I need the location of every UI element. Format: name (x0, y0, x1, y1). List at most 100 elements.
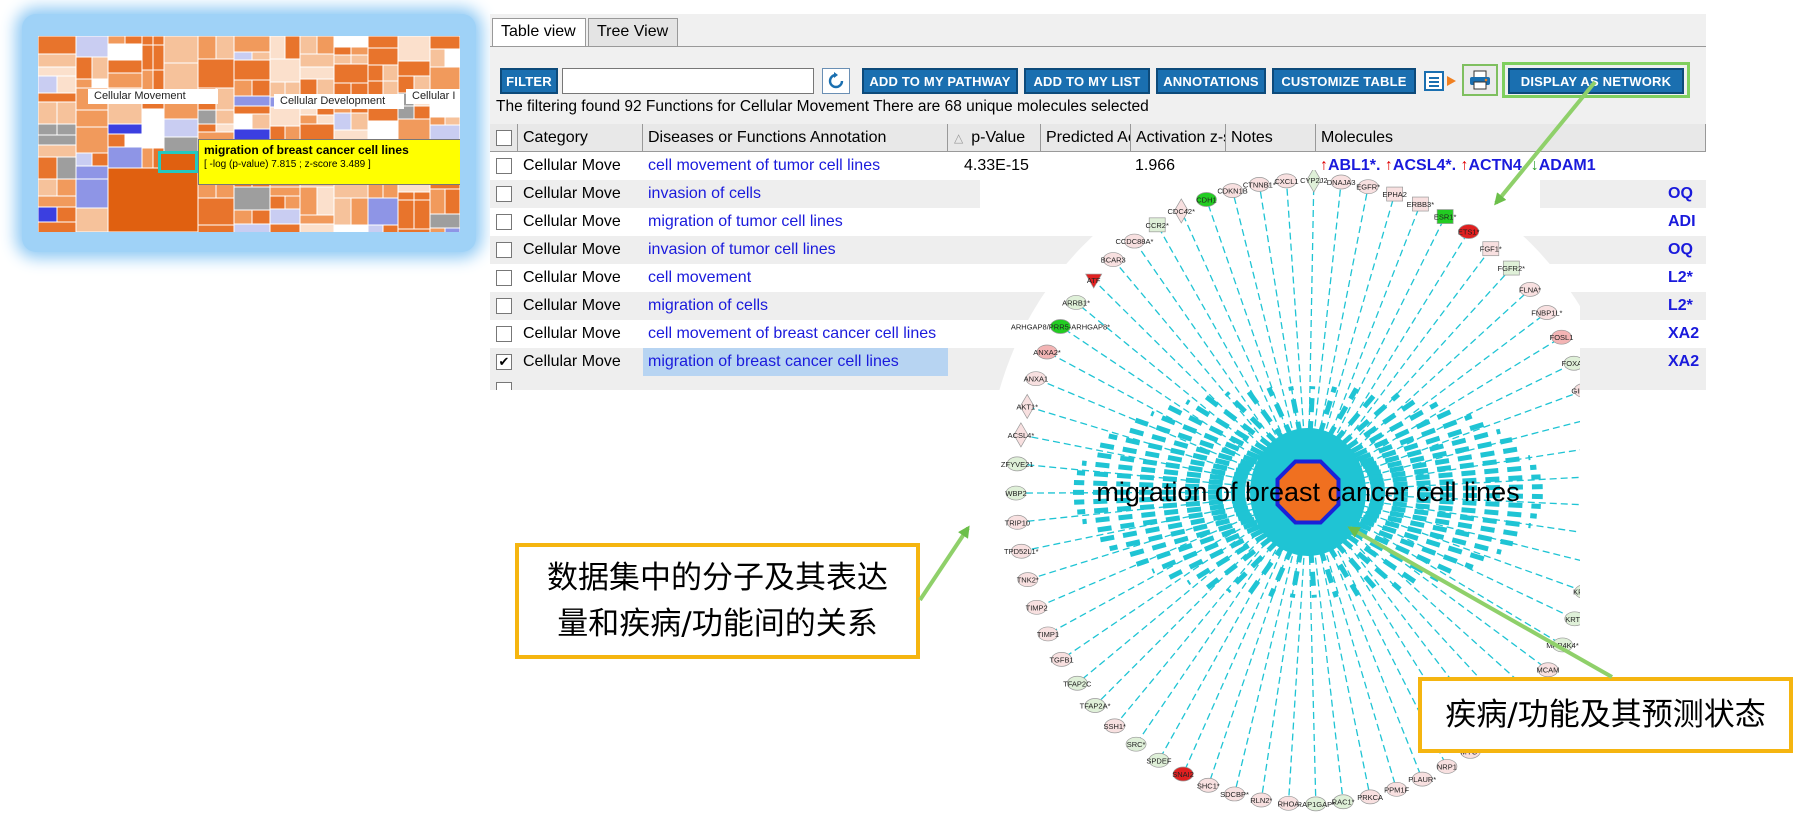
heatmap-tile[interactable] (38, 206, 58, 223)
network-node[interactable]: NRP1 (1436, 759, 1458, 774)
heatmap-tile[interactable] (38, 53, 77, 68)
network-node[interactable]: PLAUR* (1408, 771, 1436, 787)
heatmap-tile[interactable] (333, 224, 369, 232)
header-select-all[interactable] (490, 124, 518, 152)
heatmap-tile[interactable] (38, 156, 58, 180)
heatmap-tile[interactable] (124, 36, 143, 45)
row-checkbox[interactable] (496, 214, 512, 230)
row-checkbox-cell[interactable] (490, 180, 518, 208)
heatmap-tile[interactable] (429, 188, 446, 215)
heatmap-tile[interactable] (197, 123, 217, 133)
heatmap-tile[interactable] (269, 186, 301, 197)
network-node[interactable]: TPD52L1* (1004, 543, 1039, 559)
row-checkbox-cell[interactable] (490, 292, 518, 320)
heatmap-tile[interactable] (75, 109, 109, 128)
heatmap-tile[interactable] (413, 105, 431, 120)
header-molecules[interactable]: Molecules (1316, 124, 1706, 152)
row-annotation-link[interactable]: cell movement of tumor cell lines (643, 152, 948, 180)
network-node[interactable]: CTNNB1* (1243, 177, 1276, 192)
network-node[interactable]: PRKCA (1357, 789, 1383, 805)
heatmap-tile[interactable] (429, 213, 460, 229)
heatmap-tile[interactable] (251, 51, 271, 61)
heatmap-tile[interactable] (429, 48, 446, 68)
heatmap-tile[interactable] (91, 152, 109, 167)
heatmap-tile[interactable] (107, 43, 143, 61)
network-node[interactable]: CDH1 (1196, 192, 1217, 207)
header-activation-zscore[interactable]: Activation z-s (1131, 124, 1226, 152)
heatmap-tile[interactable] (429, 116, 446, 126)
heatmap-tile[interactable] (251, 209, 271, 225)
network-node[interactable]: EGFR* (1356, 179, 1380, 195)
heatmap-tile[interactable] (91, 78, 109, 89)
network-node[interactable]: TRIP10 (1005, 514, 1030, 530)
heatmap-tile[interactable] (413, 191, 431, 201)
row-checkbox[interactable] (496, 382, 512, 390)
row-checkbox[interactable] (496, 186, 512, 202)
heatmap-tile[interactable] (269, 208, 301, 225)
network-node[interactable]: CCDC88A* (1115, 233, 1153, 249)
network-node[interactable]: TFAP2C (1063, 675, 1092, 691)
heatmap-tile[interactable] (163, 36, 199, 64)
heatmap-tile[interactable] (413, 199, 431, 230)
network-node[interactable]: RAC1* (1332, 794, 1355, 810)
row-annotation-link[interactable]: cell movement of breast cancer cell line… (643, 320, 948, 348)
network-node[interactable]: FNBP1L* (1531, 305, 1563, 320)
heatmap-tile[interactable] (233, 186, 271, 211)
heatmap-tile[interactable] (38, 195, 77, 208)
network-node[interactable]: DNAJA3 (1327, 174, 1356, 190)
heatmap-tile[interactable] (299, 114, 318, 125)
row-checkbox[interactable]: ✔ (496, 354, 512, 370)
row-annotation-link[interactable]: invasion of cells (643, 180, 948, 208)
heatmap-tile[interactable] (316, 36, 335, 55)
row-annotation-link[interactable]: migration of tumor cell lines (643, 208, 948, 236)
heatmap-tile[interactable] (316, 186, 335, 216)
heatmap-tile[interactable] (56, 101, 77, 125)
row-annotation-link[interactable]: migration of cells (643, 292, 948, 320)
heatmap-tile[interactable] (38, 134, 77, 146)
network-node[interactable]: ARRB1* (1062, 295, 1090, 310)
heatmap-tile[interactable] (233, 79, 253, 97)
network-node[interactable]: ESR1* (1434, 209, 1457, 224)
heatmap-tile[interactable] (75, 165, 109, 180)
heatmap-tile[interactable] (163, 62, 199, 91)
heatmap-tile[interactable] (299, 223, 335, 232)
export-button[interactable] (1422, 68, 1460, 94)
refresh-button[interactable] (822, 68, 850, 94)
header-notes[interactable]: Notes (1226, 124, 1316, 152)
heatmap-tile[interactable] (107, 146, 143, 171)
heatmap-tile[interactable] (284, 195, 301, 210)
network-node[interactable]: PPM1F (1384, 781, 1409, 797)
heatmap-tile[interactable] (56, 156, 77, 180)
network-node[interactable]: ZFYVE21 (1001, 456, 1034, 472)
heatmap-tile[interactable] (56, 206, 77, 223)
heatmap-tile[interactable] (75, 178, 109, 209)
heatmap-tile[interactable] (197, 224, 235, 232)
network-node[interactable]: FGFR2* (1498, 260, 1526, 276)
network-node[interactable]: EPHA2 (1382, 186, 1407, 202)
header-predicted-activation[interactable]: Predicted Act (1041, 124, 1131, 152)
heatmap-tile[interactable] (233, 51, 253, 61)
row-checkbox[interactable] (496, 158, 512, 174)
heatmap-tile[interactable] (75, 152, 93, 167)
network-node[interactable]: TNK2* (1017, 572, 1039, 588)
heatmap-tile[interactable] (269, 106, 301, 127)
heatmap-tile[interactable] (163, 118, 199, 138)
heatmap-tile[interactable] (233, 95, 271, 107)
network-node[interactable]: ANXA2* (1033, 344, 1061, 360)
heatmap-tile[interactable] (299, 214, 335, 225)
row-annotation-link[interactable]: cell movement (643, 264, 948, 292)
network-node[interactable]: CXCL1 (1274, 173, 1299, 189)
heatmap-tile[interactable] (215, 87, 235, 111)
heatmap-tile[interactable] (152, 36, 165, 46)
heatmap-tile[interactable] (152, 69, 165, 92)
heatmap-tile[interactable] (350, 197, 369, 226)
heatmap-tile[interactable] (197, 36, 217, 60)
heatmap-tile[interactable] (367, 224, 384, 232)
heatmap-tile[interactable] (429, 66, 460, 91)
heatmap-selected-tile[interactable] (158, 151, 198, 173)
network-node[interactable]: FOXA1 (1562, 355, 1580, 371)
header-annotation[interactable]: Diseases or Functions Annotation (643, 124, 948, 152)
heatmap-tiles[interactable] (38, 36, 460, 232)
network-node[interactable]: WBP2 (1005, 485, 1027, 501)
heatmap-tile[interactable] (269, 195, 286, 210)
